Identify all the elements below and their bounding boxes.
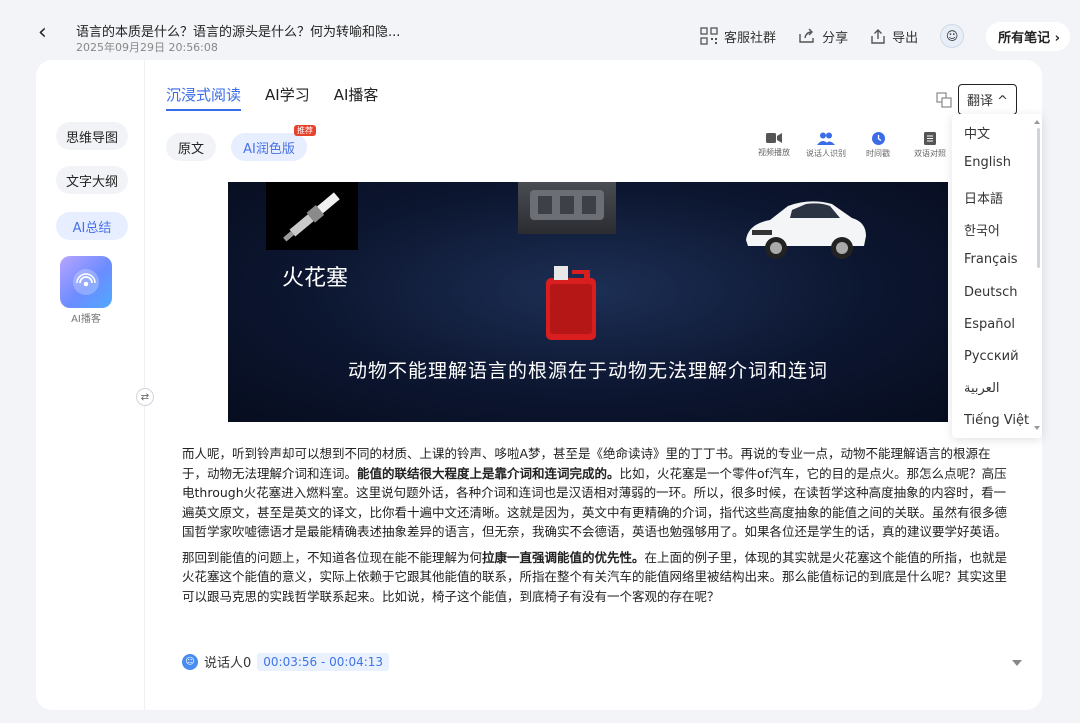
all-notes-button[interactable]: 所有笔记 › bbox=[986, 21, 1070, 51]
lang-option-ja[interactable]: 日本語 bbox=[964, 188, 1003, 207]
video-camera-icon bbox=[766, 133, 782, 143]
sidebar: 思维导图 文字大纲 AI总结 AI播客 bbox=[36, 60, 145, 710]
podcast-icon bbox=[73, 269, 99, 295]
back-arrow-icon[interactable]: ‹ bbox=[38, 22, 47, 44]
dropdown-scrollbar[interactable] bbox=[1037, 128, 1040, 268]
dropdown-scroll-down-icon[interactable] bbox=[1034, 426, 1040, 430]
lang-option-ko[interactable]: 한국어 bbox=[964, 220, 1000, 239]
document-title: 语言的本质是什么？语言的源头是什么？何为转喻和隐... bbox=[76, 25, 401, 40]
qr-code-icon bbox=[700, 27, 718, 45]
tool-timestamp[interactable]: 时间戳 bbox=[852, 132, 904, 159]
tab-ai-podcast[interactable]: AI播客 bbox=[334, 84, 379, 111]
transcript-text: 那回到能值的问题上，不知道各位现在能不能理解为何 bbox=[182, 549, 483, 565]
recommend-badge: 推荐 bbox=[294, 125, 316, 136]
lang-option-ar[interactable]: العربية bbox=[964, 381, 1000, 396]
spark-plug-image bbox=[266, 182, 358, 250]
lang-option-ru[interactable]: Русский bbox=[964, 349, 1019, 364]
sidebar-item-outline[interactable]: 文字大纲 bbox=[56, 166, 128, 194]
language-dropdown: 中文 English 日本語 한국어 Français Deutsch Espa… bbox=[952, 114, 1042, 438]
tool-speaker-id-label: 说话人识别 bbox=[806, 149, 846, 158]
speaker-timestamp[interactable]: 00:03:56 - 00:04:13 bbox=[257, 652, 390, 671]
lang-option-fr[interactable]: Français bbox=[964, 252, 1018, 267]
sidebar-item-mind-map[interactable]: 思维导图 bbox=[56, 122, 128, 150]
speaker-icon: ☺ bbox=[182, 653, 198, 670]
ai-podcast-tile[interactable] bbox=[60, 256, 112, 308]
view-tools: 视频播放 说话人识别 时间戳 双语对照 bbox=[748, 132, 956, 159]
white-car-image bbox=[746, 201, 866, 259]
video-player[interactable]: 火花塞 动物不能理解语言的根源在于动物无法理解介词和连词 bbox=[228, 182, 948, 422]
share-icon bbox=[799, 28, 814, 43]
sidebar-item-ai-summary[interactable]: AI总结 bbox=[56, 212, 128, 240]
top-bar: ‹ 语言的本质是什么？语言的源头是什么？何为转喻和隐... 2025年09月29… bbox=[0, 0, 1080, 60]
tool-bilingual-label: 双语对照 bbox=[914, 149, 946, 158]
scroll-down-arrow-icon[interactable] bbox=[1012, 660, 1022, 666]
export-label: 导出 bbox=[892, 30, 919, 46]
dropdown-scroll-up-icon[interactable] bbox=[1034, 120, 1040, 124]
transcript-bold-text: 能值的联结很大程度上是靠介词和连词完成的。 bbox=[357, 465, 620, 481]
transcript-paragraph-2: 那回到能值的问题上，不知道各位现在能不能理解为何拉康一直强调能值的优先性。在上面… bbox=[182, 548, 1010, 607]
top-actions: 客服社群 分享 导出 ☺ 所有笔记 › bbox=[678, 21, 1070, 51]
ai-podcast-label: AI播客 bbox=[71, 314, 101, 325]
share-button[interactable]: 分享 bbox=[798, 27, 848, 46]
speaker-row: ☺ 说话人0 00:03:56 - 00:04:13 bbox=[182, 652, 390, 671]
lang-option-en[interactable]: English bbox=[964, 155, 1011, 170]
video-overlay-word: 火花塞 bbox=[282, 266, 349, 291]
original-text-button[interactable]: 原文 bbox=[166, 133, 216, 161]
export-icon bbox=[871, 28, 885, 44]
tool-bilingual[interactable]: 双语对照 bbox=[904, 132, 956, 159]
community-button[interactable]: 客服社群 bbox=[700, 27, 776, 46]
translate-icon[interactable] bbox=[936, 91, 952, 108]
fuel-can-image bbox=[546, 266, 596, 340]
collapse-toggle-icon[interactable]: ⇄ bbox=[136, 388, 154, 406]
user-avatar[interactable]: ☺ bbox=[940, 24, 965, 48]
transcript-content: 而人呢，听到铃声却可以想到不同的材质、上课的铃声、哆啦A梦，甚至是《绝命读诗》里… bbox=[182, 444, 1010, 612]
main-card: 思维导图 文字大纲 AI总结 AI播客 ⇄ 沉浸式阅读 AI学习 AI播客 翻译… bbox=[36, 60, 1042, 710]
engine-image bbox=[518, 182, 616, 234]
share-label: 分享 bbox=[822, 30, 849, 46]
reading-tabs: 沉浸式阅读 AI学习 AI播客 bbox=[166, 84, 402, 111]
tool-video-play-label: 视频播放 bbox=[758, 148, 790, 157]
speaker-name: 说话人0 bbox=[204, 656, 252, 671]
bilingual-icon bbox=[924, 132, 936, 145]
transcript-bold-text: 拉康一直强调能值的优先性。 bbox=[482, 549, 645, 565]
tab-immersive-reading[interactable]: 沉浸式阅读 bbox=[166, 84, 242, 111]
community-label: 客服社群 bbox=[724, 30, 777, 46]
tab-ai-learning[interactable]: AI学习 bbox=[265, 84, 310, 111]
translate-area: 翻译 ^ bbox=[936, 84, 1018, 115]
translate-button[interactable]: 翻译 ^ bbox=[958, 84, 1018, 115]
lang-option-de[interactable]: Deutsch bbox=[964, 285, 1018, 300]
tool-video-play[interactable]: 视频播放 bbox=[748, 132, 800, 159]
tool-speaker-id[interactable]: 说话人识别 bbox=[800, 132, 852, 159]
ai-polished-button[interactable]: AI润色版 bbox=[231, 133, 307, 161]
tool-timestamp-label: 时间戳 bbox=[866, 149, 890, 158]
transcript-paragraph-1: 而人呢，听到铃声却可以想到不同的材质、上课的铃声、哆啦A梦，甚至是《绝命读诗》里… bbox=[182, 444, 1010, 542]
lang-option-vi[interactable]: Tiếng Việt bbox=[964, 413, 1029, 428]
lang-option-zh[interactable]: 中文 bbox=[964, 123, 990, 142]
clock-icon bbox=[871, 132, 885, 145]
all-notes-label: 所有笔记 bbox=[998, 30, 1051, 46]
people-icon bbox=[817, 132, 835, 145]
document-datetime: 2025年09月29日 20:56:08 bbox=[76, 41, 218, 54]
lang-option-es[interactable]: Español bbox=[964, 317, 1015, 332]
export-button[interactable]: 导出 bbox=[870, 27, 918, 46]
video-subtitle: 动物不能理解语言的根源在于动物无法理解介词和连词 bbox=[347, 360, 828, 382]
